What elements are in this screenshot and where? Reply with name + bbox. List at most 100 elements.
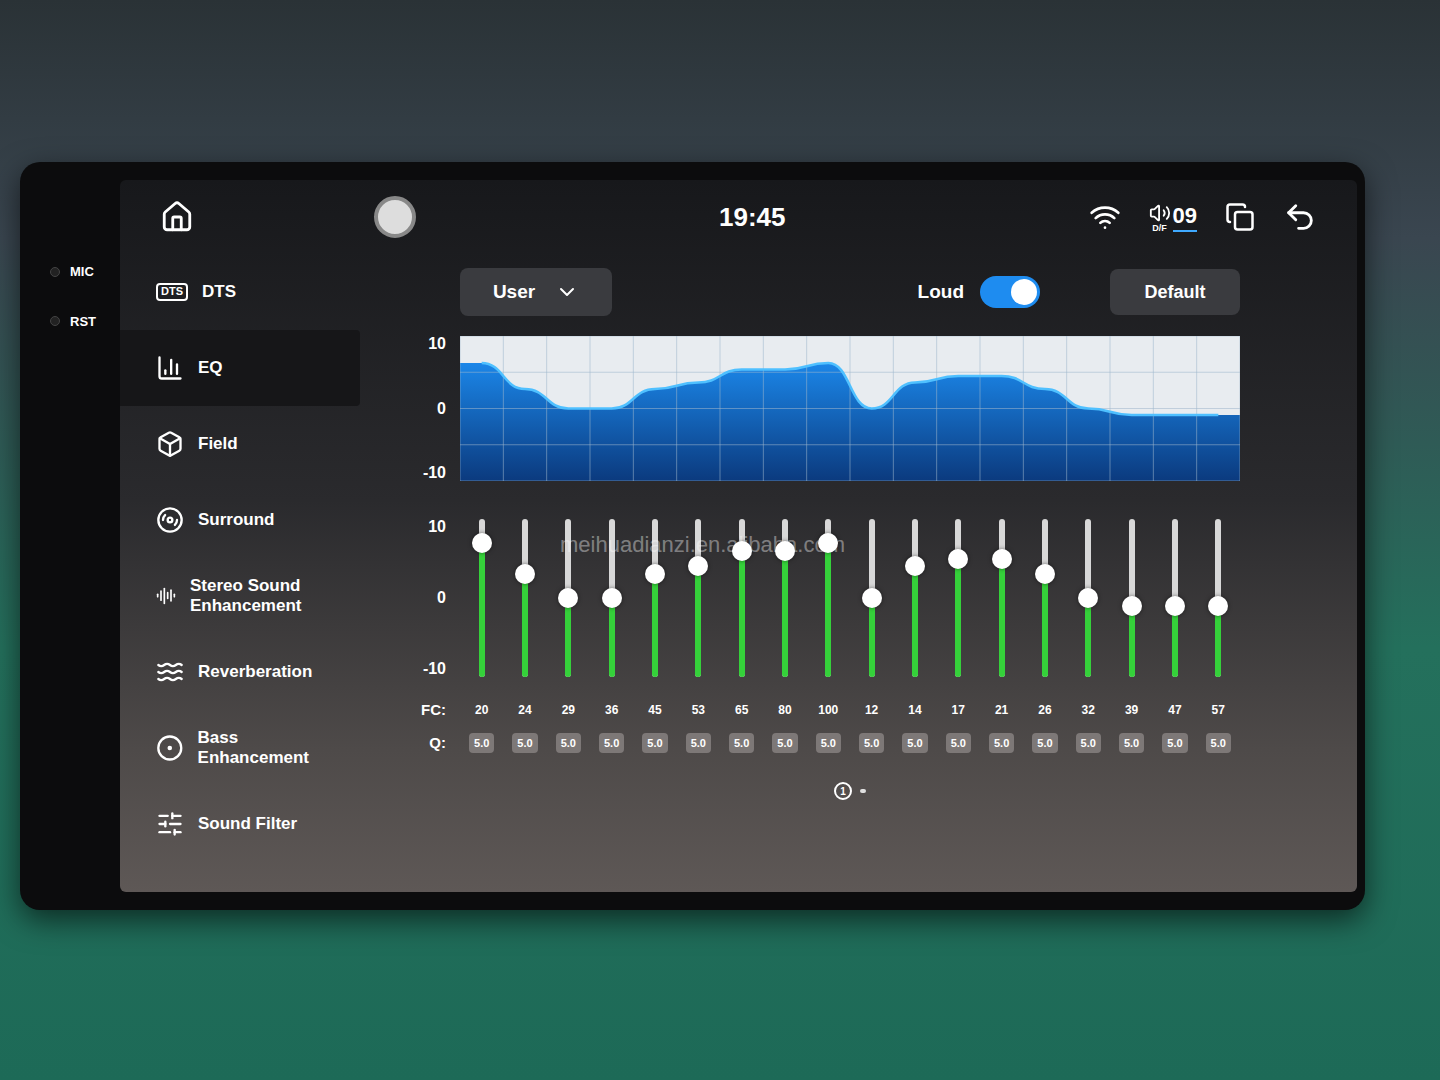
sidebar-item-icon bbox=[156, 810, 184, 838]
slider-knob[interactable] bbox=[905, 556, 925, 576]
fc-value: 17 bbox=[937, 701, 980, 719]
sidebar-item[interactable]: Surround bbox=[120, 482, 360, 558]
fc-value: 80 bbox=[763, 701, 806, 719]
volume-indicator[interactable]: D/F09 bbox=[1149, 202, 1197, 233]
eq-band-slider[interactable] bbox=[1153, 519, 1196, 677]
slider-knob[interactable] bbox=[472, 533, 492, 553]
q-value-box[interactable]: 5.0 bbox=[469, 733, 494, 754]
q-value-box[interactable]: 5.0 bbox=[729, 733, 754, 754]
back-icon[interactable] bbox=[1283, 200, 1317, 234]
assistive-touch-button[interactable] bbox=[374, 196, 416, 238]
q-value-box[interactable]: 5.0 bbox=[902, 733, 927, 754]
eq-curve-chart bbox=[460, 336, 1240, 481]
q-value-box[interactable]: 5.0 bbox=[686, 733, 711, 754]
eq-band-slider[interactable] bbox=[503, 519, 546, 677]
slider-knob[interactable] bbox=[645, 564, 665, 584]
sidebar-item[interactable]: Field bbox=[120, 406, 360, 482]
fc-value: 100 bbox=[807, 701, 850, 719]
preset-dropdown[interactable]: User bbox=[460, 268, 612, 316]
q-value-box[interactable]: 5.0 bbox=[1076, 733, 1101, 754]
q-value-box[interactable]: 5.0 bbox=[1162, 733, 1187, 754]
eq-band-slider[interactable] bbox=[1197, 519, 1240, 677]
eq-header: User Loud Default bbox=[460, 268, 1240, 316]
fc-value: 21 bbox=[980, 701, 1023, 719]
sidebar-item[interactable]: Stereo Sound Enhancement bbox=[120, 558, 360, 634]
eq-band-slider[interactable] bbox=[633, 519, 676, 677]
sidebar-item[interactable]: Bass Enhancement bbox=[120, 710, 360, 786]
sidebar-item-icon bbox=[156, 658, 184, 686]
q-value-box[interactable]: 5.0 bbox=[599, 733, 624, 754]
q-value-box[interactable]: 5.0 bbox=[1119, 733, 1144, 754]
sidebar-item[interactable]: Sound Filter bbox=[120, 786, 360, 862]
eq-band-slider[interactable] bbox=[1067, 519, 1110, 677]
sidebar-item-icon bbox=[156, 582, 176, 610]
volume-icon bbox=[1149, 202, 1171, 224]
slider-knob[interactable] bbox=[558, 588, 578, 608]
q-value-box[interactable]: 5.0 bbox=[989, 733, 1014, 754]
q-value-box[interactable]: 5.0 bbox=[772, 733, 797, 754]
eq-band-slider[interactable] bbox=[460, 519, 503, 677]
slider-knob[interactable] bbox=[862, 588, 882, 608]
eq-band-slider[interactable] bbox=[720, 519, 763, 677]
slider-knob[interactable] bbox=[688, 556, 708, 576]
chevron-down-icon bbox=[555, 280, 579, 304]
default-button[interactable]: Default bbox=[1110, 269, 1240, 315]
eq-sliders: 100-10 bbox=[400, 519, 1317, 677]
q-value-box[interactable]: 5.0 bbox=[859, 733, 884, 754]
q-value-box[interactable]: 5.0 bbox=[556, 733, 581, 754]
loud-toggle[interactable] bbox=[980, 276, 1040, 308]
fc-value: 53 bbox=[677, 701, 720, 719]
eq-band-slider[interactable] bbox=[893, 519, 936, 677]
fc-value: 20 bbox=[460, 701, 503, 719]
slider-knob[interactable] bbox=[992, 549, 1012, 569]
axis-tick: 0 bbox=[437, 401, 446, 417]
sidebar: DTSDTSEQFieldSurroundStereo Sound Enhanc… bbox=[120, 254, 360, 892]
photo-scene: MICRST19:45D/F09DTSDTSEQFieldSurroundSte… bbox=[0, 0, 1440, 1080]
slider-knob[interactable] bbox=[515, 564, 535, 584]
fc-value: 47 bbox=[1153, 701, 1196, 719]
fc-value: 45 bbox=[633, 701, 676, 719]
q-value-box[interactable]: 5.0 bbox=[816, 733, 841, 754]
slider-knob[interactable] bbox=[1165, 596, 1185, 616]
slider-knob[interactable] bbox=[775, 541, 795, 561]
slider-knob[interactable] bbox=[732, 541, 752, 561]
home-icon[interactable] bbox=[160, 200, 194, 234]
q-value-box[interactable]: 5.0 bbox=[1032, 733, 1057, 754]
eq-band-slider[interactable] bbox=[677, 519, 720, 677]
windows-icon[interactable] bbox=[1225, 202, 1255, 232]
eq-chart: 100-10 bbox=[400, 336, 1317, 481]
q-value-box[interactable]: 5.0 bbox=[642, 733, 667, 754]
eq-band-slider[interactable] bbox=[1110, 519, 1153, 677]
eq-band-slider[interactable] bbox=[980, 519, 1023, 677]
eq-band-slider[interactable] bbox=[547, 519, 590, 677]
sidebar-item[interactable]: Reverberation bbox=[120, 634, 360, 710]
sidebar-item[interactable]: DTSDTS bbox=[120, 254, 360, 330]
top-bar: 19:45D/F09 bbox=[120, 180, 1357, 254]
q-value-box[interactable]: 5.0 bbox=[512, 733, 537, 754]
page-indicator[interactable]: 1 bbox=[834, 782, 852, 800]
q-value-box[interactable]: 5.0 bbox=[1206, 733, 1231, 754]
axis-tick: 10 bbox=[428, 336, 446, 352]
slider-knob[interactable] bbox=[1122, 596, 1142, 616]
sidebar-item-icon bbox=[156, 354, 184, 382]
page-dot[interactable] bbox=[860, 789, 866, 793]
fc-value: 12 bbox=[850, 701, 893, 719]
head-unit: MICRST19:45D/F09DTSDTSEQFieldSurroundSte… bbox=[20, 162, 1365, 910]
eq-band-slider[interactable] bbox=[850, 519, 893, 677]
slider-knob[interactable] bbox=[1078, 588, 1098, 608]
eq-band-slider[interactable] bbox=[1023, 519, 1066, 677]
eq-band-slider[interactable] bbox=[763, 519, 806, 677]
slider-knob[interactable] bbox=[602, 588, 622, 608]
slider-knob[interactable] bbox=[948, 549, 968, 569]
slider-knob[interactable] bbox=[1208, 596, 1228, 616]
slider-knob[interactable] bbox=[1035, 564, 1055, 584]
axis-tick: -10 bbox=[423, 661, 446, 677]
eq-band-slider[interactable] bbox=[590, 519, 633, 677]
eq-band-slider[interactable] bbox=[807, 519, 850, 677]
sidebar-item-icon bbox=[156, 506, 184, 534]
slider-knob[interactable] bbox=[818, 533, 838, 553]
eq-band-slider[interactable] bbox=[937, 519, 980, 677]
sidebar-item[interactable]: EQ bbox=[120, 330, 360, 406]
loud-label: Loud bbox=[918, 278, 964, 307]
q-value-box[interactable]: 5.0 bbox=[946, 733, 971, 754]
